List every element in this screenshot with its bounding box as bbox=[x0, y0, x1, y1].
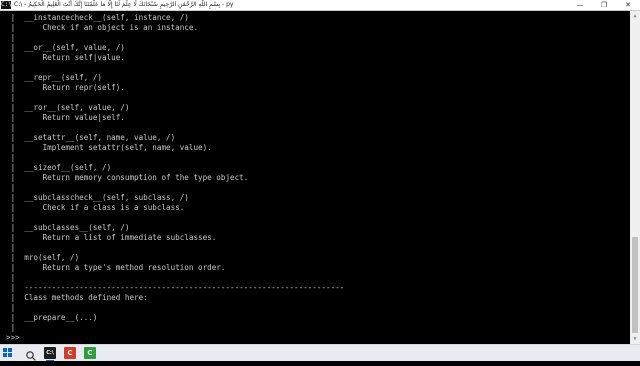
console-line: | __ror__(self, value, /) bbox=[6, 103, 130, 112]
minimize-button[interactable]: — bbox=[568, 0, 592, 10]
console-output[interactable]: | __instancecheck__(self, instance, /) |… bbox=[0, 11, 630, 344]
taskbar-python-console-icon[interactable]: C:\ bbox=[44, 347, 56, 361]
console-line: | __sizeof__(self, /) bbox=[6, 163, 112, 172]
console-line: | Return value|self. bbox=[6, 113, 125, 122]
console-line: | bbox=[6, 153, 16, 162]
console-line: | bbox=[6, 33, 16, 42]
console-line: | Return a list of immediate subclasses. bbox=[6, 233, 217, 242]
console-line: | Return self|value. bbox=[6, 53, 125, 62]
console-text: | __instancecheck__(self, instance, /) |… bbox=[6, 13, 344, 343]
taskbar-app-green-icon[interactable]: C bbox=[84, 347, 96, 359]
title-bar[interactable]: C:\ C:\ - بِسْمِ اللَّهِ الرَّحْمَٰنِ ال… bbox=[0, 0, 640, 11]
console-line: | __subclasses__(self, /) bbox=[6, 223, 130, 232]
console-line: | __instancecheck__(self, instance, /) bbox=[6, 13, 189, 22]
console-line: | bbox=[6, 243, 16, 252]
python-prompt: >>> bbox=[6, 333, 25, 342]
windows-start-icon[interactable] bbox=[3, 348, 13, 358]
console-line: | bbox=[6, 183, 16, 192]
console-line: | __repr__(self, /) bbox=[6, 73, 103, 82]
scroll-down-button[interactable]: ▼ bbox=[630, 334, 640, 344]
console-line: | Check if a class is a subclass. bbox=[6, 203, 185, 212]
console-line: | Return memory consumption of the type … bbox=[6, 173, 249, 182]
close-button[interactable]: ✕ bbox=[616, 0, 640, 10]
taskbar: C:\ C C bbox=[0, 344, 640, 361]
maximize-button[interactable]: ❐ bbox=[592, 0, 616, 10]
console-line: | bbox=[6, 303, 16, 312]
console-line: | Return a type's method resolution orde… bbox=[6, 263, 226, 272]
vertical-scrollbar[interactable]: ▲ ▼ bbox=[630, 11, 640, 344]
console-app-icon: C:\ bbox=[1, 1, 12, 9]
console-line: | bbox=[6, 63, 16, 72]
console-line: | __or__(self, value, /) bbox=[6, 43, 125, 52]
console-line: | Return repr(self). bbox=[6, 83, 125, 92]
console-line: | --------------------------------------… bbox=[6, 283, 345, 292]
window-title: C:\ - بِسْمِ اللَّهِ الرَّحْمَٰنِ الرَّح… bbox=[14, 1, 234, 8]
console-line: | bbox=[6, 213, 16, 222]
console-line: | __prepare__(...) bbox=[6, 313, 98, 322]
console-line: | bbox=[6, 123, 16, 132]
taskbar-app-red-icon[interactable]: C bbox=[64, 347, 76, 359]
scroll-up-button[interactable]: ▲ bbox=[630, 11, 640, 21]
console-line: | bbox=[6, 323, 16, 332]
console-line: | bbox=[6, 93, 16, 102]
console-line: | Implement setattr(self, name, value). bbox=[6, 143, 212, 152]
console-line: | Check if an object is an instance. bbox=[6, 23, 199, 32]
console-line: | __setattr__(self, name, value, /) bbox=[6, 133, 176, 142]
scrollbar-thumb[interactable] bbox=[632, 237, 638, 333]
console-line: | mro(self, /) bbox=[6, 253, 80, 262]
search-icon[interactable] bbox=[25, 347, 37, 361]
console-line: | __subclasscheck__(self, subclass, /) bbox=[6, 193, 189, 202]
console-line: | Class methods defined here: bbox=[6, 293, 148, 302]
console-line: | bbox=[6, 273, 16, 282]
